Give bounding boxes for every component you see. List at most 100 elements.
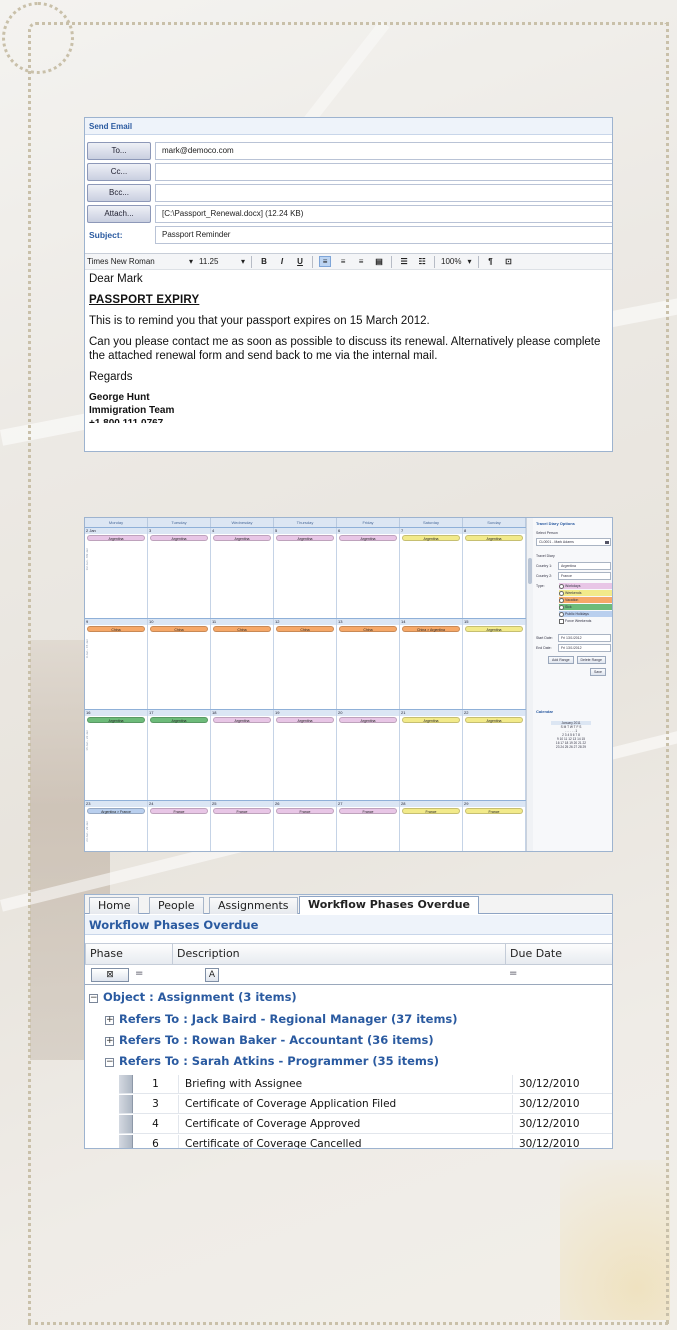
calendar-day-cell[interactable]: 21 Argentina [400,710,463,800]
collapse-icon[interactable]: − [105,1058,114,1067]
type-option[interactable]: Workdays [559,583,612,589]
calendar-day-cell[interactable]: 23 Argentina > France 23 Jan - 29 Jan [85,801,148,851]
type-option[interactable]: Vacation [559,597,612,603]
delete-range-button[interactable]: Delete Range [576,656,606,664]
calendar-scrollbar[interactable] [526,518,533,851]
calendar-day-cell[interactable]: 4 Argentina [211,528,274,618]
calendar-day-cell[interactable]: 25 France [211,801,274,851]
person-select[interactable]: CL0001 - Mark Adams [536,538,611,546]
country-tag[interactable]: China [150,626,208,632]
calendar-day-cell[interactable]: 15 Argentina [463,619,526,709]
calendar-day-cell[interactable]: 24 France [148,801,211,851]
country-tag[interactable]: Argentina [150,717,208,723]
calendar-day-cell[interactable]: 17 Argentina [148,710,211,800]
tab-home[interactable]: Home [89,897,140,914]
country-tag[interactable]: Argentina [402,717,460,723]
description-filter-icon[interactable]: A [205,968,219,982]
row-selector[interactable] [119,1135,133,1148]
table-row[interactable]: 4 Certificate of Coverage Approved 30/12/2… [119,1115,612,1134]
paragraph-mark-button[interactable]: ¶ [485,257,497,266]
align-right-icon[interactable]: ≡ [355,257,367,266]
country-tag[interactable]: Argentina [150,535,208,541]
calendar-day-cell[interactable]: 5 Argentina [274,528,337,618]
attach-button[interactable]: Attach... [87,205,151,223]
country-tag[interactable]: Argentina [465,626,523,632]
calendar-day-cell[interactable]: 14 China > Argentina [400,619,463,709]
row-selector[interactable] [119,1095,133,1113]
country-tag[interactable]: France [276,808,334,814]
to-field[interactable]: mark@democo.com [155,142,612,160]
table-row[interactable]: 1 Briefing with Assignee 30/12/2010 [119,1075,612,1094]
calendar-day-cell[interactable]: 6 Argentina [337,528,400,618]
email-body-editor[interactable]: Dear Mark PASSPORT EXPIRY This is to rem… [89,272,609,423]
country-tag[interactable]: China [339,626,397,632]
mini-calendar[interactable]: January 2011 S M T W T F S . . . . . . 1… [551,721,591,749]
start-date-field[interactable]: Fri 13/1/2012 [558,634,611,642]
calendar-day-cell[interactable]: 7 Argentina [400,528,463,618]
country-tag[interactable]: France [339,808,397,814]
country-tag[interactable]: Argentina [213,717,271,723]
calendar-day-cell[interactable]: 18 Argentina [211,710,274,800]
numbered-list-icon[interactable]: ☷ [416,257,428,266]
bullet-list-icon[interactable]: ☰ [398,257,410,266]
calendar-day-cell[interactable]: 27 France [337,801,400,851]
country-tag[interactable]: China [87,626,145,632]
country-tag[interactable]: Argentina > France [87,808,145,814]
row-selector[interactable] [119,1115,133,1133]
country-tag[interactable]: France [213,808,271,814]
country-tag[interactable]: France [402,808,460,814]
country-tag[interactable]: Argentina [339,717,397,723]
calendar-day-cell[interactable]: 29 France [463,801,526,851]
save-button[interactable]: Save [590,668,606,676]
row-selector[interactable] [119,1075,133,1093]
country2-select[interactable]: France [558,572,611,580]
font-family-select[interactable]: Times New Roman [87,257,183,266]
group-refers-to[interactable]: + Refers To : Jack Baird - Regional Manag… [105,1011,458,1027]
type-option[interactable]: Public Holidays [559,611,612,617]
tab-assignments[interactable]: Assignments [209,897,298,914]
country-tag[interactable]: Argentina [213,535,271,541]
italic-button[interactable]: I [276,257,288,266]
column-header-phase[interactable]: Phase [85,943,173,965]
calendar-day-cell[interactable]: 20 Argentina [337,710,400,800]
calendar-day-cell[interactable]: 19 Argentina [274,710,337,800]
calendar-day-cell[interactable]: 26 France [274,801,337,851]
phase-filter-operator[interactable]: = [135,968,143,979]
expand-icon[interactable]: + [105,1037,114,1046]
table-row[interactable]: 3 Certificate of Coverage Application Fil… [119,1095,612,1114]
calendar-day-cell[interactable]: 28 France [400,801,463,851]
group-object-assignment[interactable]: − Object : Assignment (3 items) [89,989,297,1005]
country-tag[interactable]: Argentina [465,717,523,723]
calendar-day-cell[interactable]: 11 China [211,619,274,709]
insert-table-icon[interactable]: ⊡ [503,257,515,266]
subject-field[interactable]: Passport Reminder [155,226,612,244]
calendar-day-cell[interactable]: 16 Argentina 16 Jan - 22 Jan [85,710,148,800]
calendar-day-cell[interactable]: 12 China [274,619,337,709]
country-tag[interactable]: Argentina [276,535,334,541]
to-button[interactable]: To... [87,142,151,160]
country-tag[interactable]: Argentina [402,535,460,541]
country-tag[interactable]: China [276,626,334,632]
type-option[interactable]: Force Weekends [559,618,612,624]
due-date-filter-operator[interactable]: = [509,968,517,979]
group-refers-to[interactable]: + Refers To : Rowan Baker - Accountant (3… [105,1032,434,1048]
bcc-button[interactable]: Bcc... [87,184,151,202]
calendar-day-cell[interactable]: 22 Argentina [463,710,526,800]
calendar-day-cell[interactable]: 3 Argentina [148,528,211,618]
type-option[interactable]: Weekends [559,590,612,596]
country-tag[interactable]: France [150,808,208,814]
country-tag[interactable]: Argentina [276,717,334,723]
phase-filter-icon[interactable]: ⊠ [91,968,129,982]
chevron-down-icon[interactable]: ▾ [241,257,245,266]
country-tag[interactable]: Argentina [87,535,145,541]
align-center-icon[interactable]: ≡ [337,257,349,266]
country-tag[interactable]: Argentina [465,535,523,541]
chevron-down-icon[interactable]: ▾ [189,257,193,266]
column-header-description[interactable]: Description [173,943,506,965]
country-tag[interactable]: China [213,626,271,632]
country-tag[interactable]: China > Argentina [402,626,460,632]
cc-field[interactable] [155,163,612,181]
tab-workflow-phases-overdue[interactable]: Workflow Phases Overdue [299,896,480,914]
table-row[interactable]: 6 Certificate of Coverage Cancelled 30/12/… [119,1135,612,1148]
bcc-field[interactable] [155,184,612,202]
